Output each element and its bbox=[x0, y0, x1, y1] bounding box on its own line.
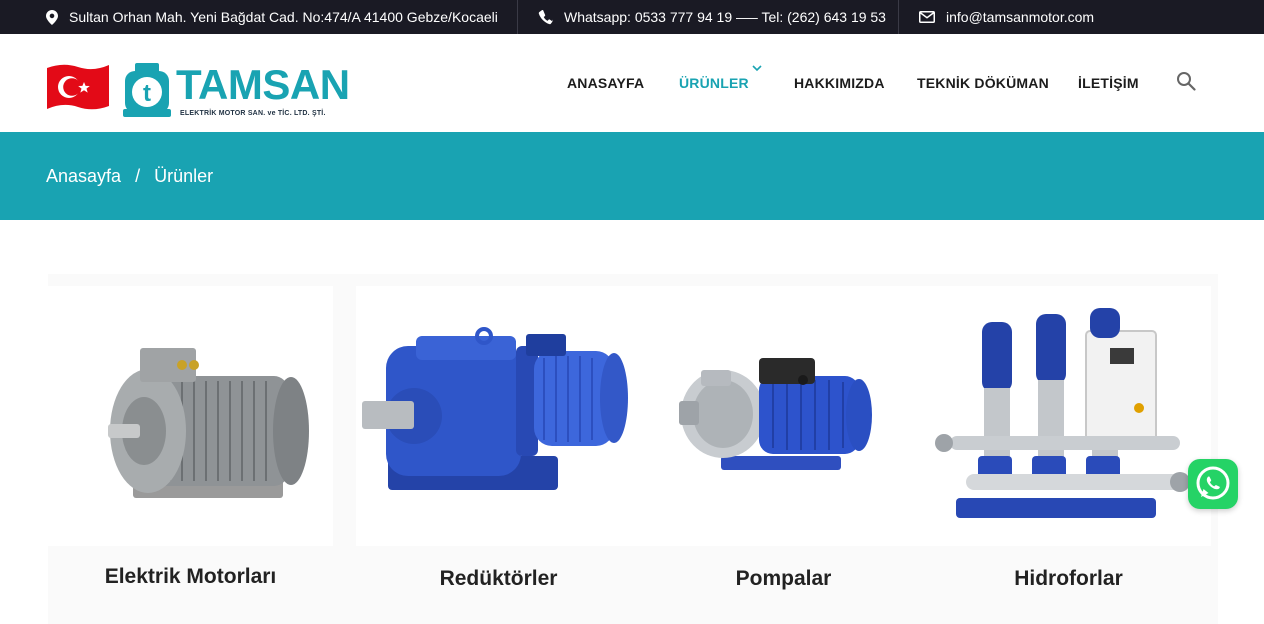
phone-info[interactable]: Whatsapp: 0533 777 94 19 —– Tel: (262) 6… bbox=[538, 0, 886, 34]
nav-item-products[interactable]: ÜRÜNLER bbox=[679, 75, 749, 91]
phone-text[interactable]: Whatsapp: 0533 777 94 19 —– Tel: (262) 6… bbox=[564, 9, 886, 25]
breadcrumb-separator: / bbox=[135, 166, 141, 186]
map-pin-icon bbox=[46, 9, 58, 25]
product-card-gear-reducers[interactable]: Redüktörler bbox=[356, 274, 641, 624]
top-info-bar: Sultan Orhan Mah. Yeni Bağdat Cad. No:47… bbox=[0, 0, 1264, 34]
nav-item-technical-docs[interactable]: TEKNİK DÖKÜMAN bbox=[917, 75, 1049, 91]
pump-illustration bbox=[679, 358, 872, 470]
breadcrumb-home-link[interactable]: Anasayfa bbox=[46, 166, 121, 187]
email-info[interactable]: info@tamsanmotor.com bbox=[919, 0, 1094, 34]
nav-item-about[interactable]: HAKKIMIZDA bbox=[794, 75, 885, 91]
product-card-electric-motors[interactable]: Elektrik Motorları bbox=[48, 274, 333, 624]
nav-item-home[interactable]: ANASAYFA bbox=[567, 75, 644, 91]
booster-set-illustration bbox=[935, 308, 1190, 518]
topbar-divider bbox=[517, 0, 518, 34]
gear-reducer-image[interactable] bbox=[356, 286, 641, 546]
nav-item-contact[interactable]: İLETİŞİM bbox=[1078, 75, 1139, 91]
product-grid: Elektrik Motorları Redüktörler Pompalar … bbox=[48, 274, 1218, 624]
pump-image[interactable] bbox=[641, 286, 926, 546]
product-title[interactable]: Pompalar bbox=[641, 567, 926, 591]
product-title[interactable]: Elektrik Motorları bbox=[48, 565, 333, 589]
svg-text:t: t bbox=[143, 80, 151, 107]
site-logo[interactable]: t TAMSAN ELEKTRİK MOTOR SAN. ve TİC. LTD… bbox=[45, 58, 350, 128]
turkish-flag-icon bbox=[47, 64, 109, 110]
brand-tagline: ELEKTRİK MOTOR SAN. ve TİC. LTD. ŞTİ. bbox=[180, 110, 326, 117]
product-title[interactable]: Hidroforlar bbox=[926, 567, 1211, 591]
page-banner: Anasayfa / Ürünler bbox=[0, 132, 1264, 220]
address-text: Sultan Orhan Mah. Yeni Bağdat Cad. No:47… bbox=[69, 9, 498, 25]
electric-motor-image[interactable] bbox=[48, 286, 333, 546]
whatsapp-chat-button[interactable] bbox=[1188, 459, 1238, 509]
address-info: Sultan Orhan Mah. Yeni Bağdat Cad. No:47… bbox=[46, 0, 498, 34]
brand-name: TAMSAN bbox=[176, 61, 350, 108]
envelope-icon bbox=[919, 11, 935, 23]
product-card-booster-sets[interactable]: Hidroforlar bbox=[926, 274, 1211, 624]
electric-motor-illustration bbox=[68, 326, 313, 506]
search-icon[interactable] bbox=[1176, 71, 1196, 91]
breadcrumb: Anasayfa / Ürünler bbox=[46, 166, 213, 187]
breadcrumb-current: Ürünler bbox=[154, 166, 214, 186]
product-title[interactable]: Redüktörler bbox=[356, 567, 641, 591]
tamsan-mark-icon: t bbox=[123, 63, 171, 117]
site-header: t TAMSAN ELEKTRİK MOTOR SAN. ve TİC. LTD… bbox=[0, 34, 1264, 132]
email-text[interactable]: info@tamsanmotor.com bbox=[946, 9, 1094, 25]
whatsapp-icon bbox=[1196, 466, 1230, 500]
product-card-pumps[interactable]: Pompalar bbox=[641, 274, 926, 624]
topbar-divider bbox=[898, 0, 899, 34]
gear-reducer-illustration bbox=[362, 327, 628, 490]
phone-icon bbox=[538, 9, 553, 24]
booster-set-image[interactable] bbox=[926, 286, 1211, 546]
chevron-down-icon[interactable] bbox=[752, 64, 762, 72]
